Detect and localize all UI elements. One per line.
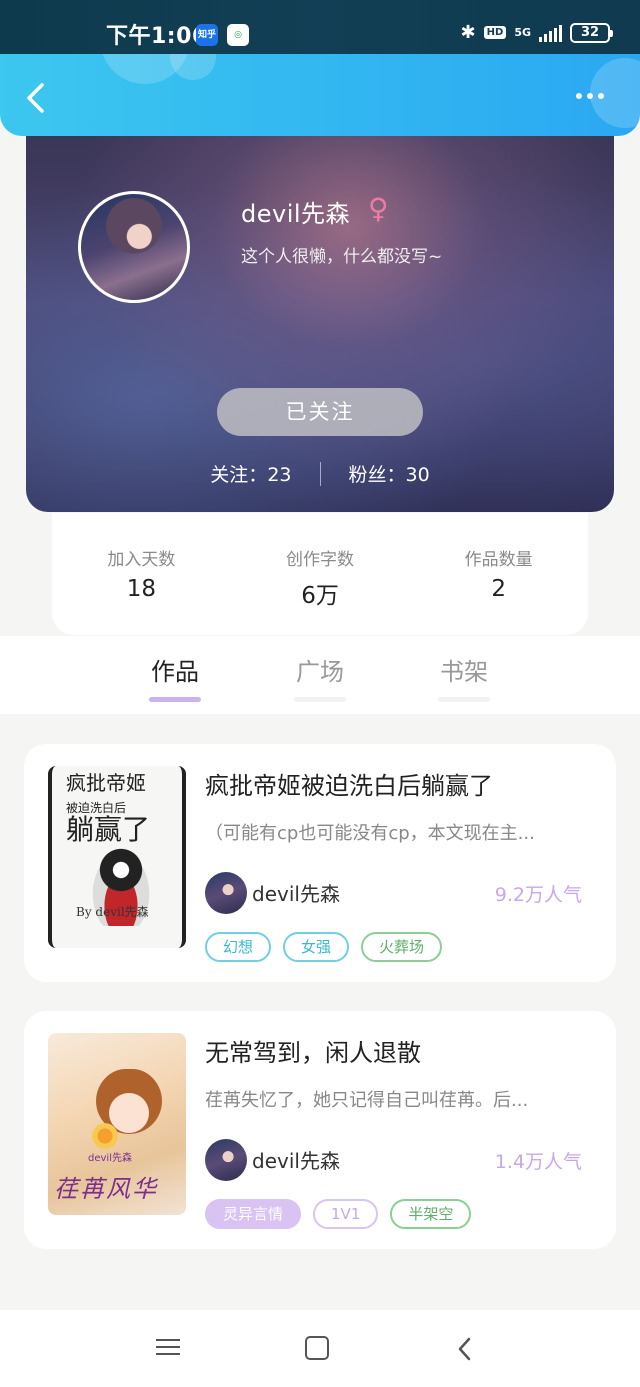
status-bar: 下午1:06 知乎 ◎ ✱ HD 5G 32 (0, 0, 640, 54)
cover-author: By devil先森 (76, 905, 149, 919)
following-label: 关注： (210, 464, 268, 486)
tab-works[interactable]: 作品 (130, 652, 220, 702)
follow-button[interactable]: 已关注 (217, 388, 423, 436)
china-mobile-app-icon: ◎ (227, 24, 249, 46)
back-button[interactable] (22, 82, 50, 114)
work-tags: 灵异言情 1V1 半架空 (205, 1199, 472, 1229)
more-dot-icon (598, 93, 604, 99)
stat-word-count: 创作字数 6万 (231, 513, 410, 635)
work-tags: 幻想 女强 火葬场 (205, 932, 443, 962)
stat-label: 作品数量 (464, 550, 533, 570)
tab-label: 广场 (296, 658, 344, 686)
author-stats-card: 加入天数 18 创作字数 6万 作品数量 2 (52, 513, 588, 635)
work-description: （可能有cp也可能没有cp，本文现在主... (205, 823, 535, 844)
system-nav-bar (0, 1310, 640, 1387)
stat-join-days: 加入天数 18 (52, 513, 231, 635)
work-description: 荏苒失忆了，她只记得自己叫荏苒。后... (205, 1090, 529, 1111)
tag-chip[interactable]: 幻想 (205, 932, 272, 962)
book-cover[interactable]: devil先森 荏苒风华 (48, 1033, 186, 1215)
app-header (0, 54, 640, 136)
cover-title-big: 躺赢了 (66, 813, 151, 846)
following-count: 23 (267, 464, 292, 486)
status-indicators: ✱ HD 5G 32 (460, 22, 613, 43)
tab-indicator (438, 697, 490, 702)
book-cover[interactable]: 疯批帝姬 被迫洗白后 躺赢了 By devil先森 (48, 766, 186, 948)
profile-hero: devil先森 ♀ 这个人很懒，什么都没写~ 已关注 关注：23 粉丝：30 (26, 130, 614, 512)
fans-label: 粉丝： (348, 464, 406, 486)
tab-label: 作品 (151, 658, 199, 686)
following-stat[interactable]: 关注：23 (210, 460, 291, 487)
network-type: 5G (514, 25, 531, 39)
menu-line-icon (156, 1339, 180, 1341)
decor-bubble (170, 54, 216, 80)
back-arrow-icon (27, 83, 44, 113)
tab-indicator (149, 697, 201, 702)
profile-tabs: 作品 广场 书架 (0, 636, 640, 714)
stat-value: 6万 (301, 583, 339, 609)
work-author: devil先森 (252, 882, 340, 906)
female-gender-icon: ♀ (368, 192, 389, 225)
hd-icon: HD (483, 26, 507, 39)
work-popularity: 1.4万人气 (494, 1151, 582, 1173)
work-title[interactable]: 疯批帝姬被迫洗白后躺赢了 (205, 766, 493, 801)
system-back-button[interactable] (450, 1334, 480, 1364)
stat-label: 加入天数 (107, 550, 176, 570)
work-popularity: 9.2万人气 (494, 884, 582, 906)
fans-stat[interactable]: 粉丝：30 (349, 460, 430, 487)
author-avatar (205, 872, 247, 914)
tag-chip[interactable]: 半架空 (390, 1199, 472, 1229)
cover-title: 疯批帝姬 被迫洗白后 躺赢了 (66, 771, 176, 846)
menu-line-icon (156, 1353, 180, 1355)
stat-value: 18 (126, 576, 156, 602)
work-author: devil先森 (252, 1149, 340, 1173)
fans-count: 30 (405, 464, 430, 486)
bluetooth-icon: ✱ (460, 22, 476, 43)
stat-value: 2 (491, 576, 506, 602)
cover-flower (90, 1121, 120, 1151)
profile-name: devil先森 (241, 200, 351, 228)
tag-chip[interactable]: 1V1 (313, 1199, 379, 1229)
signal-icon (539, 24, 562, 42)
work-title[interactable]: 无常驾到，闲人退散 (205, 1033, 421, 1068)
recent-apps-button[interactable] (156, 1334, 186, 1364)
menu-line-icon (156, 1346, 180, 1348)
tag-chip[interactable]: 火葬场 (361, 932, 443, 962)
work-card[interactable]: 疯批帝姬 被迫洗白后 躺赢了 By devil先森 疯批帝姬被迫洗白后躺赢了 （可能… (24, 744, 616, 982)
tab-label: 书架 (440, 658, 488, 686)
tag-chip[interactable]: 女强 (283, 932, 350, 962)
cover-author: devil先森 (88, 1153, 132, 1164)
back-chevron-icon (458, 1337, 471, 1361)
stat-work-count: 作品数量 2 (409, 513, 588, 635)
zhihu-app-icon: 知乎 (196, 24, 218, 46)
tab-bookshelf[interactable]: 书架 (419, 652, 509, 702)
home-button[interactable] (305, 1336, 329, 1360)
author-avatar (205, 1139, 247, 1181)
divider (319, 461, 321, 486)
tag-chip[interactable]: 灵异言情 (205, 1199, 302, 1229)
tab-square[interactable]: 广场 (275, 652, 365, 702)
follow-counts: 关注：23 粉丝：30 (26, 460, 614, 487)
stat-label: 创作字数 (286, 550, 354, 570)
more-dot-icon (576, 93, 582, 99)
profile-bio: 这个人很懒，什么都没写~ (241, 247, 443, 267)
more-dot-icon (587, 93, 593, 99)
cover-title-line: 疯批帝姬 (66, 771, 146, 795)
status-time: 下午1:06 (106, 24, 208, 49)
cover-title: 荏苒风华 (54, 1175, 158, 1203)
battery-icon: 32 (570, 22, 613, 43)
more-options-button[interactable] (576, 86, 612, 106)
profile-avatar[interactable] (78, 191, 190, 303)
tab-indicator (294, 697, 346, 702)
work-card[interactable]: devil先森 荏苒风华 无常驾到，闲人退散 荏苒失忆了，她只记得自己叫荏苒。后… (24, 1011, 616, 1249)
